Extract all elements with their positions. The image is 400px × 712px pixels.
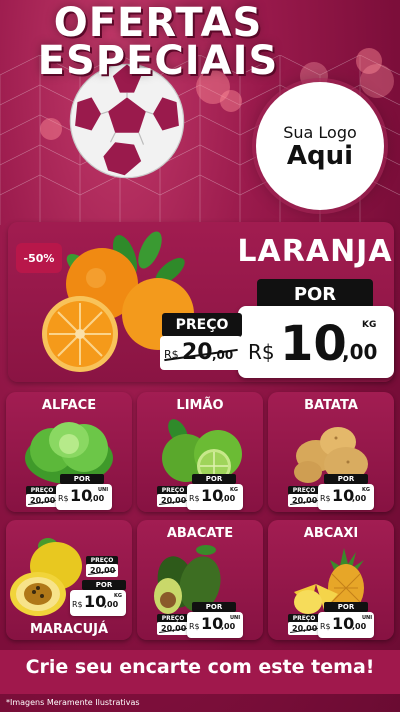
price-unit: UNI bbox=[98, 487, 109, 493]
footer-disclaimer: *Imagens Meramente Ilustrativas bbox=[6, 698, 140, 707]
price-currency: R$ bbox=[320, 622, 331, 631]
price-unit: KG bbox=[362, 487, 370, 493]
price-unit: KG bbox=[114, 593, 122, 599]
title-line-1: OFERTAS bbox=[53, 0, 263, 46]
logo-placeholder[interactable]: Sua Logo Aqui bbox=[256, 82, 384, 210]
logo-line-2: Aqui bbox=[286, 140, 354, 171]
por-label: POR bbox=[257, 279, 373, 309]
price-currency: R$ bbox=[248, 340, 275, 364]
flyer-page: OFERTAS ESPECIAIS Sua Logo Aqui -50% LAR… bbox=[0, 0, 400, 712]
logo-line-1: Sua Logo bbox=[283, 122, 357, 142]
title-line-2: ESPECIAIS bbox=[37, 38, 279, 84]
price-integer: 10 bbox=[70, 486, 93, 505]
price-integer: 10 bbox=[84, 592, 107, 611]
price-decimal: ,00 bbox=[104, 600, 119, 609]
price-integer: 10 bbox=[201, 486, 224, 505]
bokeh-light bbox=[360, 64, 394, 98]
product-name: ABACATE bbox=[166, 526, 234, 541]
por-label: POR bbox=[82, 580, 126, 590]
bokeh-light bbox=[220, 90, 242, 112]
price-unit: KG bbox=[362, 320, 377, 330]
price-currency: R$ bbox=[72, 600, 83, 609]
product-name: MARACUJÁ bbox=[29, 622, 109, 637]
price-unit: UNI bbox=[230, 615, 241, 621]
por-label: POR bbox=[60, 474, 104, 484]
price-integer: 10 bbox=[332, 486, 355, 505]
price-unit: UNI bbox=[362, 615, 373, 621]
price-decimal: ,00 bbox=[352, 622, 367, 631]
price-currency: R$ bbox=[189, 622, 200, 631]
price-decimal: ,00 bbox=[221, 494, 236, 503]
page-title: OFERTAS ESPECIAIS bbox=[8, 0, 308, 84]
por-label: POR bbox=[192, 602, 236, 612]
product-name: ALFACE bbox=[41, 398, 97, 413]
product-name: ABCAXI bbox=[303, 526, 359, 541]
price-currency: R$ bbox=[58, 494, 69, 503]
price-currency: R$ bbox=[320, 494, 331, 503]
product-name: BATATA bbox=[304, 398, 358, 413]
featured-product-name: LARANJA bbox=[237, 234, 393, 269]
por-label: POR bbox=[324, 602, 368, 612]
price-unit: KG bbox=[230, 487, 238, 493]
product-name: LIMÃO bbox=[176, 398, 224, 413]
price-integer: 10 bbox=[201, 614, 224, 633]
preco-label: PREÇO bbox=[162, 313, 242, 337]
bokeh-light bbox=[40, 118, 62, 140]
price-decimal: ,00 bbox=[90, 494, 105, 503]
por-label: POR bbox=[192, 474, 236, 484]
price-integer: 10 bbox=[332, 614, 355, 633]
price-decimal: ,00 bbox=[342, 340, 378, 364]
footer-cta[interactable]: Crie seu encarte com este tema! bbox=[0, 656, 400, 678]
por-label: POR bbox=[324, 474, 368, 484]
price-integer: 10 bbox=[280, 316, 347, 372]
price-currency: R$ bbox=[189, 494, 200, 503]
price-decimal: ,00 bbox=[221, 622, 236, 631]
price-decimal: ,00 bbox=[352, 494, 367, 503]
